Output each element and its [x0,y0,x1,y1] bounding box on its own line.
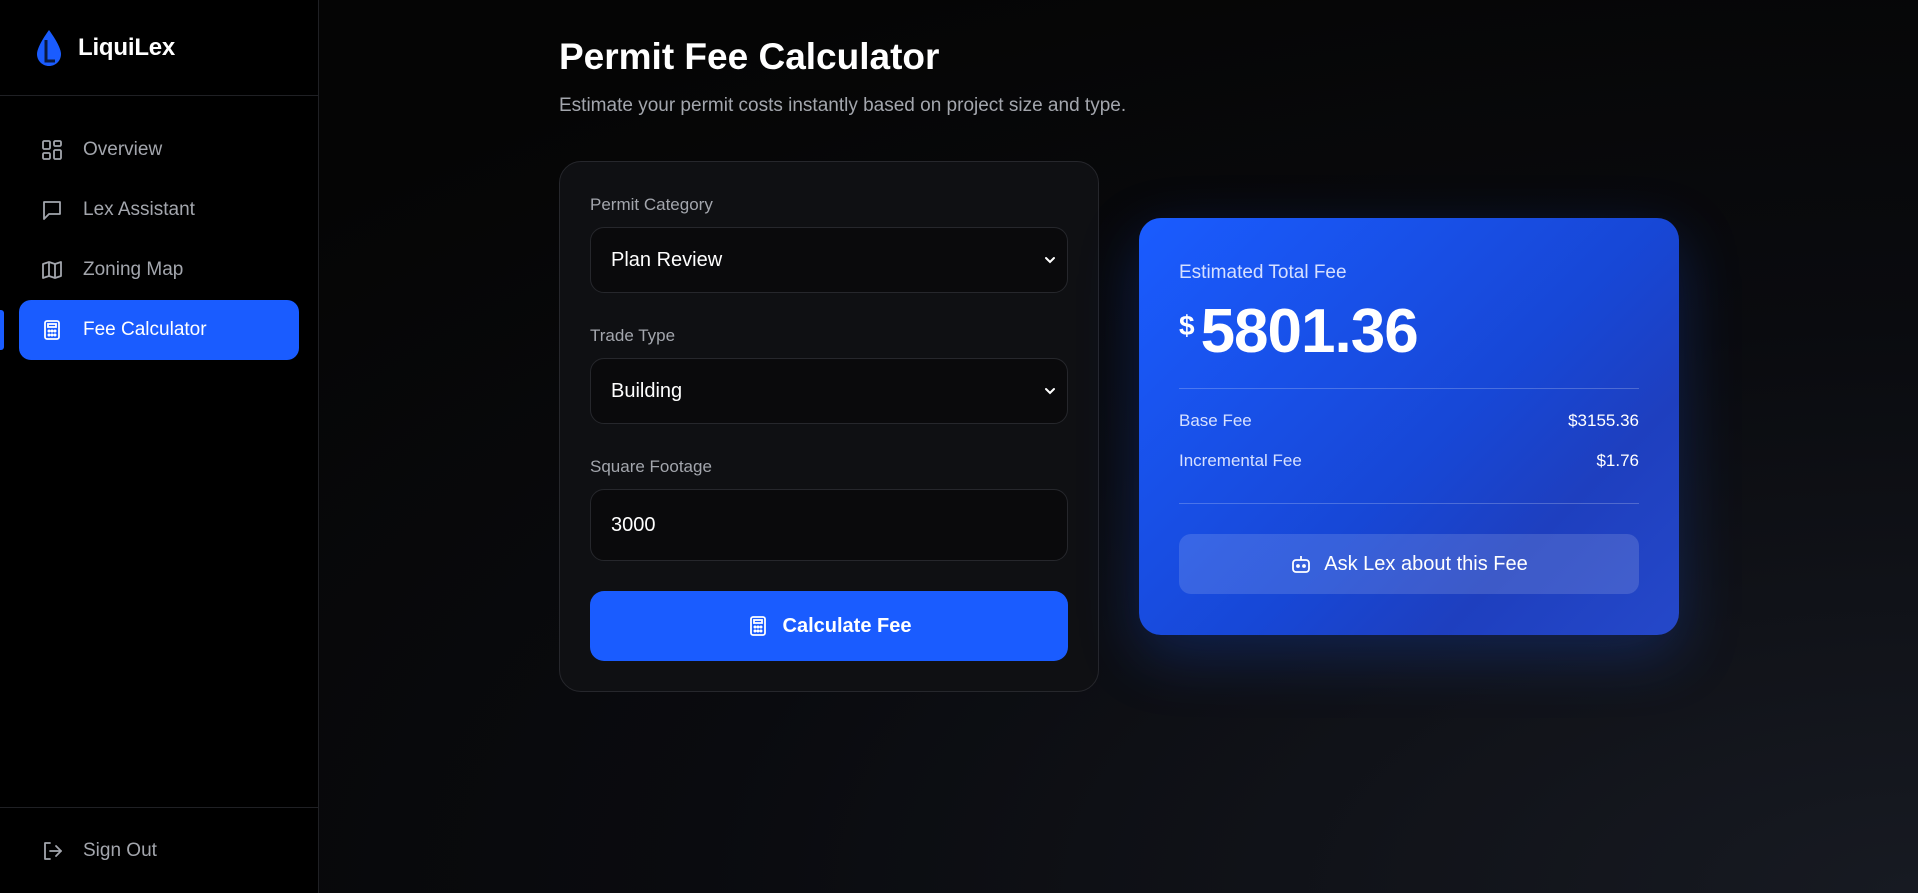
base-fee-label: Base Fee [1179,411,1252,430]
app-name: LiquiLex [78,33,176,61]
permit-category-label: Permit Category [590,195,713,214]
square-footage-label: Square Footage [590,457,712,476]
sidebar-item-label: Overview [83,139,163,160]
estimated-total-label: Estimated Total Fee [1179,262,1347,283]
sidebar-item-label: Fee Calculator [83,319,207,340]
divider [1179,388,1639,389]
base-fee-row: Base Fee $3155.36 [1179,411,1639,431]
grid-icon [39,137,65,163]
chevron-down-icon [1039,380,1061,402]
sidebar-footer: Sign Out [0,807,318,893]
robot-icon [1290,552,1314,576]
sidebar-item-label: Lex Assistant [83,199,195,220]
trade-type-label: Trade Type [590,326,676,345]
water-drop-icon [34,28,64,68]
incremental-fee-value: $1.76 [1596,451,1639,470]
trade-type-value: Building [611,379,683,402]
permit-category-select[interactable]: Plan Review [590,227,1068,293]
page-subtitle: Estimate your permit costs instantly bas… [559,95,1127,116]
sidebar-item-overview[interactable]: Overview [19,120,299,180]
ask-lex-label: Ask Lex about this Fee [1324,552,1528,575]
fee-result-card: Estimated Total Fee $ 5801.36 Base Fee $… [1139,218,1679,635]
ask-lex-button[interactable]: Ask Lex about this Fee [1179,534,1639,594]
logout-icon [39,838,65,864]
map-icon [39,257,65,283]
chat-bubble-icon [39,197,65,223]
estimated-total: $ 5801.36 [1179,296,1419,367]
base-fee-value: $3155.36 [1568,411,1639,430]
trade-type-select[interactable]: Building [590,358,1068,424]
brand[interactable]: LiquiLex [0,0,318,96]
sidebar-item-zoning-map[interactable]: Zoning Map [19,240,299,300]
incremental-fee-row: Incremental Fee $1.76 [1179,451,1639,471]
total-amount: 5801.36 [1200,297,1419,366]
square-footage-input[interactable]: 3000 [590,489,1068,561]
permit-category-value: Plan Review [611,248,723,271]
fee-form-card: Permit Category Plan Review Trade Type B… [559,161,1099,692]
calculator-icon [747,614,771,638]
page-title: Permit Fee Calculator [559,36,940,77]
incremental-fee-label: Incremental Fee [1179,451,1302,470]
sidebar-item-fee-calculator[interactable]: Fee Calculator [0,300,299,360]
square-footage-value: 3000 [611,513,656,536]
sidebar: LiquiLex Overview Lex Assistant Zoning M… [0,0,319,893]
sign-out-button[interactable]: Sign Out [19,821,299,881]
calculate-fee-button[interactable]: Calculate Fee [590,591,1068,661]
sidebar-item-label: Zoning Map [83,259,184,280]
calculator-icon [39,317,65,343]
divider [1179,503,1639,504]
sidebar-item-lex-assistant[interactable]: Lex Assistant [19,180,299,240]
sign-out-label: Sign Out [83,839,157,861]
calculate-fee-label: Calculate Fee [782,614,912,637]
currency-symbol: $ [1179,310,1195,341]
sidebar-nav: Overview Lex Assistant Zoning Map Fee Ca… [0,96,318,360]
chevron-down-icon [1039,249,1061,271]
